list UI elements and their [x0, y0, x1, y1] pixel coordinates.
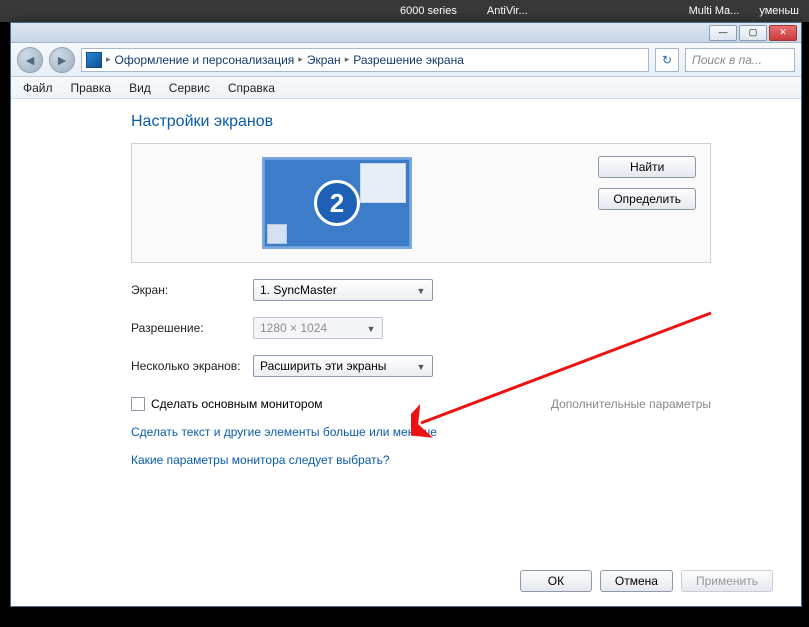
multi-select-value: Расширить эти экраны: [260, 359, 386, 373]
menu-service[interactable]: Сервис: [161, 79, 218, 97]
apply-button[interactable]: Применить: [681, 570, 773, 592]
resolution-select[interactable]: 1280 × 1024 ▼: [253, 317, 383, 339]
text-size-link[interactable]: Сделать текст и другие элементы больше и…: [131, 425, 781, 439]
preview-taskbar-icon: [267, 224, 287, 244]
taskbar: 6000 series AntiVir... Multi Ma... умень…: [0, 0, 809, 22]
breadcrumb-seg[interactable]: Оформление и персонализация: [115, 53, 295, 67]
refresh-button[interactable]: ↻: [655, 48, 679, 72]
multi-select[interactable]: Расширить эти экраны ▼: [253, 355, 433, 377]
ok-button[interactable]: ОК: [520, 570, 592, 592]
taskbar-item[interactable]: AntiVir...: [487, 5, 528, 17]
search-input[interactable]: Поиск в па...: [685, 48, 795, 72]
menu-help[interactable]: Справка: [220, 79, 283, 97]
page-title: Настройки экранов: [131, 113, 781, 131]
taskbar-item[interactable]: Multi Ma...: [689, 5, 740, 17]
primary-monitor-checkbox[interactable]: [131, 397, 145, 411]
cancel-button[interactable]: Отмена: [600, 570, 673, 592]
primary-monitor-label: Сделать основным монитором: [151, 397, 323, 411]
menubar: Файл Правка Вид Сервис Справка: [11, 77, 801, 99]
minimize-button[interactable]: —: [709, 25, 737, 41]
forward-button[interactable]: ►: [49, 47, 75, 73]
screen-select-value: 1. SyncMaster: [260, 283, 337, 297]
dialog-button-row: ОК Отмена Применить: [520, 570, 773, 592]
breadcrumb-seg[interactable]: Экран: [307, 53, 341, 67]
breadcrumb[interactable]: ▸ Оформление и персонализация▸ Экран▸ Ра…: [81, 48, 649, 72]
menu-view[interactable]: Вид: [121, 79, 159, 97]
chevron-down-icon: ▼: [414, 360, 428, 374]
close-button[interactable]: ✕: [769, 25, 797, 41]
screen-label: Экран:: [131, 283, 253, 297]
additional-params-link[interactable]: Дополнительные параметры: [551, 397, 711, 411]
screen-select[interactable]: 1. SyncMaster ▼: [253, 279, 433, 301]
control-panel-icon: [86, 52, 102, 68]
multi-label: Несколько экранов:: [131, 359, 253, 373]
back-button[interactable]: ◄: [17, 47, 43, 73]
content-area: Настройки экранов 2 Найти Определить Экр…: [11, 99, 801, 606]
titlebar: — ▢ ✕: [11, 23, 801, 43]
find-button[interactable]: Найти: [598, 156, 696, 178]
resolution-select-value: 1280 × 1024: [260, 321, 327, 335]
chevron-right-icon: ▸: [298, 54, 303, 65]
control-panel-window: — ▢ ✕ ◄ ► ▸ Оформление и персонализация▸…: [10, 22, 802, 607]
breadcrumb-seg[interactable]: Разрешение экрана: [353, 53, 464, 67]
resolution-label: Разрешение:: [131, 321, 253, 335]
monitor-number-badge: 2: [314, 180, 360, 226]
menu-file[interactable]: Файл: [15, 79, 61, 97]
nav-row: ◄ ► ▸ Оформление и персонализация▸ Экран…: [11, 43, 801, 77]
chevron-right-icon: ▸: [106, 54, 111, 65]
menu-edit[interactable]: Правка: [63, 79, 120, 97]
chevron-right-icon: ▸: [345, 54, 350, 65]
monitor-preview-box: 2 Найти Определить: [131, 143, 711, 263]
monitor-preview[interactable]: 2: [262, 157, 412, 249]
chevron-down-icon: ▼: [364, 322, 378, 336]
taskbar-item[interactable]: 6000 series: [400, 5, 457, 17]
taskbar-item[interactable]: уменьш: [759, 5, 799, 17]
chevron-down-icon: ▼: [414, 284, 428, 298]
which-settings-link[interactable]: Какие параметры монитора следует выбрать…: [131, 453, 781, 467]
preview-window-icon: [360, 163, 406, 203]
detect-button[interactable]: Определить: [598, 188, 696, 210]
maximize-button[interactable]: ▢: [739, 25, 767, 41]
